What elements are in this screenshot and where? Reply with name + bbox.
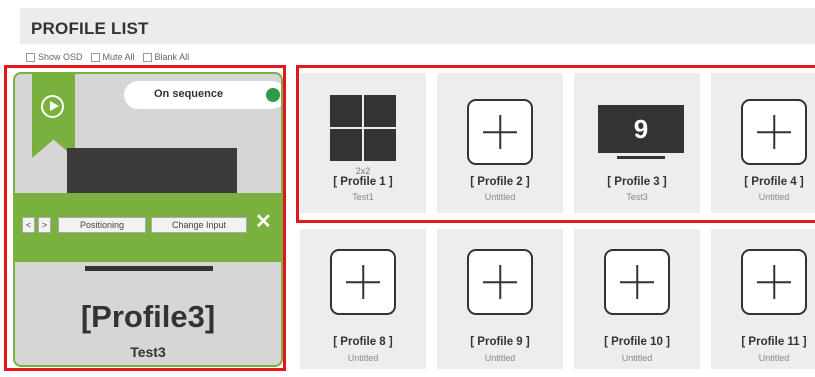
control-toolbar: < > Positioning Change Input ✕ <box>15 193 281 262</box>
mute-all-checkbox[interactable]: Mute All <box>90 52 135 62</box>
display-options: Show OSD Mute All Blank All <box>26 52 189 62</box>
positioning-button[interactable]: Positioning <box>58 217 146 233</box>
monitor-stand <box>85 266 213 271</box>
slot-subtitle: Test3 <box>626 192 648 202</box>
show-osd-label: Show OSD <box>38 52 83 62</box>
blank-all-label: Blank All <box>154 52 190 62</box>
slot-name: [ Profile 4 ] <box>744 176 804 188</box>
slot-name: [ Profile 3 ] <box>607 176 667 188</box>
checkbox-icon <box>26 52 35 62</box>
profile-slot-9[interactable]: [ Profile 9 ] Untitled <box>437 229 563 369</box>
slot-name: [ Profile 10 ] <box>604 336 670 348</box>
slot-name: [ Profile 1 ] <box>333 176 393 188</box>
slot-subtitle: Untitled <box>621 353 653 363</box>
sequence-label: On sequence <box>154 88 224 100</box>
show-osd-checkbox[interactable]: Show OSD <box>26 52 83 62</box>
blank-all-checkbox[interactable]: Blank All <box>142 52 190 62</box>
profile-slot-8[interactable]: [ Profile 8 ] Untitled <box>300 229 426 369</box>
add-icon[interactable] <box>467 99 533 165</box>
profile-slot-11[interactable]: [ Profile 11 ] Untitled <box>711 229 815 369</box>
profile-slot-10[interactable]: [ Profile 10 ] Untitled <box>574 229 700 369</box>
prev-button[interactable]: < <box>22 217 35 233</box>
grid-2x2-icon <box>330 95 396 161</box>
active-profile-subtitle: Test3 <box>130 344 166 360</box>
add-icon[interactable] <box>604 249 670 315</box>
add-icon[interactable] <box>467 249 533 315</box>
bookmark-ribbon <box>32 74 75 158</box>
monitor-icon: 9 <box>598 105 684 153</box>
monitor-stand <box>617 156 665 159</box>
slot-name: [ Profile 9 ] <box>470 336 530 348</box>
page-title: PROFILE LIST <box>31 19 149 38</box>
close-icon[interactable]: ✕ <box>255 212 272 232</box>
add-icon[interactable] <box>741 249 807 315</box>
slot-name: [ Profile 11 ] <box>741 336 807 348</box>
slot-subtitle: Test1 <box>352 192 374 202</box>
profile-slot-3[interactable]: 9 [ Profile 3 ] Test3 <box>574 73 700 213</box>
mute-all-label: Mute All <box>102 52 135 62</box>
slot-subtitle: Untitled <box>758 353 790 363</box>
sequence-toggle[interactable]: On sequence <box>124 81 281 109</box>
add-icon[interactable] <box>330 249 396 315</box>
active-profile-card[interactable]: On sequence < > Positioning Change Input… <box>13 72 283 367</box>
checkbox-icon <box>142 52 152 62</box>
profile-slot-2[interactable]: [ Profile 2 ] Untitled <box>437 73 563 213</box>
slot-subtitle: Untitled <box>484 192 516 202</box>
slot-subtitle: Untitled <box>347 353 379 363</box>
slot-layout: 2x2 <box>355 166 371 176</box>
active-profile-name: [Profile3] <box>80 299 216 334</box>
slot-name: [ Profile 8 ] <box>333 336 393 348</box>
profile-slot-1[interactable]: 2x2 [ Profile 1 ] Test1 <box>300 73 426 213</box>
checkbox-icon <box>90 52 100 62</box>
play-icon[interactable] <box>41 95 64 118</box>
header-bar: PROFILE LIST <box>20 8 815 44</box>
next-button[interactable]: > <box>38 217 51 233</box>
status-indicator-icon <box>266 88 280 102</box>
screen-preview <box>67 148 237 194</box>
add-icon[interactable] <box>741 99 807 165</box>
slot-subtitle: Untitled <box>758 192 790 202</box>
slot-subtitle: Untitled <box>484 353 516 363</box>
change-input-button[interactable]: Change Input <box>151 217 247 233</box>
profile-slot-4[interactable]: [ Profile 4 ] Untitled <box>711 73 815 213</box>
slot-name: [ Profile 2 ] <box>470 176 530 188</box>
